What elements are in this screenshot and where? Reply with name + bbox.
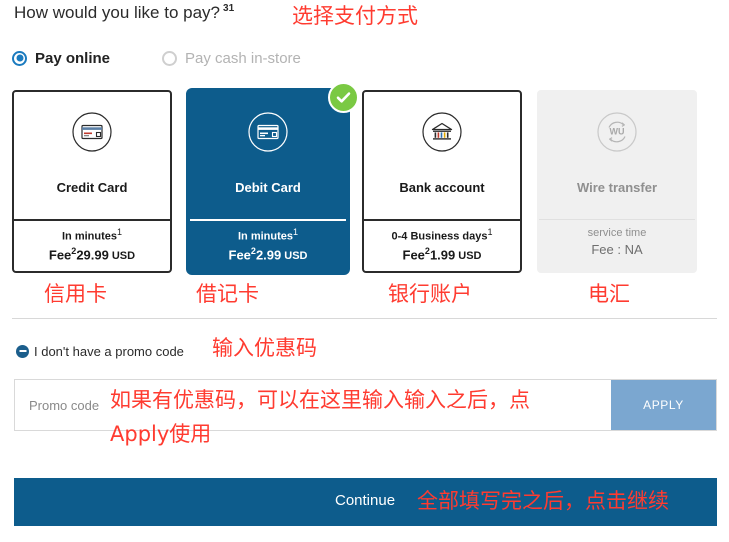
promo-code-toggle[interactable]: I don't have a promo code xyxy=(16,341,184,361)
payment-card-bank-account-label: Bank account xyxy=(399,180,485,195)
annotation-promo-line2: Apply使用 xyxy=(110,422,212,446)
card-divider xyxy=(190,219,346,221)
pay-mode-radio-group: Pay online Pay cash in-store xyxy=(12,46,512,74)
payment-card-bank-account-details: 0-4 Business days1 Fee21.99 USD xyxy=(364,223,520,262)
card-fee: Fee : NA xyxy=(591,242,643,257)
payment-card-credit-card-details: In minutes1 Fee229.99 USD xyxy=(14,223,170,262)
card-annotations: 信用卡 借记卡 银行账户 电汇 xyxy=(0,278,729,308)
section-divider xyxy=(12,318,717,319)
credit-card-icon xyxy=(70,110,114,154)
radio-option-pay-online-label: Pay online xyxy=(35,49,111,67)
annotation-promo-toggle: 输入优惠码 xyxy=(212,336,317,360)
minus-circle-icon[interactable] xyxy=(16,344,29,358)
radio-unselected-icon[interactable] xyxy=(162,50,177,66)
radio-selected-icon[interactable] xyxy=(12,50,27,66)
payment-card-wire-transfer: WU Wire transfer service time Fee : NA xyxy=(537,90,697,273)
card-delivery-time: 0-4 Business days1 xyxy=(391,227,493,243)
bank-icon xyxy=(420,110,464,154)
payment-card-bank-account[interactable]: Bank account 0-4 Business days1 Fee21.99… xyxy=(362,90,522,273)
western-union-icon: WU xyxy=(595,110,639,154)
promo-code-toggle-label: I don't have a promo code xyxy=(34,343,184,359)
annotation-credit-card: 信用卡 xyxy=(44,282,107,306)
debit-card-icon xyxy=(246,110,290,154)
card-divider xyxy=(364,219,520,221)
annotation-debit-card: 借记卡 xyxy=(196,282,259,306)
payment-card-wire-transfer-label: Wire transfer xyxy=(576,180,658,195)
annotation-title: 选择支付方式 xyxy=(292,4,418,28)
card-fee: Fee21.99 USD xyxy=(402,245,482,262)
page-title-text: How would you like to pay? xyxy=(14,3,221,22)
page-title: How would you like to pay? 31 xyxy=(14,3,234,23)
payment-card-credit-card[interactable]: Credit Card In minutes1 Fee229.99 USD xyxy=(12,90,172,273)
payment-card-debit-card[interactable]: Debit Card In minutes1 Fee22.99 USD xyxy=(188,90,348,273)
card-fee: Fee22.99 USD xyxy=(228,245,308,262)
payment-card-wire-transfer-details: service time Fee : NA xyxy=(539,223,695,257)
radio-option-pay-cash-in-store[interactable]: Pay cash in-store xyxy=(162,46,301,70)
card-divider xyxy=(14,219,170,221)
continue-button-label: Continue xyxy=(335,492,396,509)
card-divider xyxy=(539,219,695,220)
annotation-bank-account: 银行账户 xyxy=(388,282,472,306)
payment-card-credit-card-label: Credit Card xyxy=(56,180,128,195)
card-delivery-time: service time xyxy=(587,227,647,239)
radio-option-pay-online[interactable]: Pay online xyxy=(12,46,110,70)
apply-promo-button[interactable]: APPLY xyxy=(611,380,716,430)
annotation-promo-line1: 如果有优惠码，可以在这里输入输入之后，点 xyxy=(110,388,530,412)
card-delivery-time: In minutes1 xyxy=(61,227,123,243)
radio-option-pay-cash-in-store-label: Pay cash in-store xyxy=(185,49,301,67)
green-check-icon xyxy=(328,82,359,113)
annotation-continue: 全部填写完之后，点击继续 xyxy=(417,489,669,513)
card-fee: Fee229.99 USD xyxy=(48,245,136,262)
svg-text:WU: WU xyxy=(610,127,625,137)
payment-method-cards: Credit Card In minutes1 Fee229.99 USD Deb… xyxy=(0,82,729,275)
card-delivery-time: In minutes1 xyxy=(237,227,299,243)
page-header: How would you like to pay? 31 选择支付方式 xyxy=(14,2,714,30)
annotation-wire-transfer: 电汇 xyxy=(588,282,630,306)
payment-card-debit-card-label: Debit Card xyxy=(235,180,301,195)
payment-card-debit-card-details: In minutes1 Fee22.99 USD xyxy=(190,223,346,262)
page-title-footnote: 31 xyxy=(223,3,235,15)
